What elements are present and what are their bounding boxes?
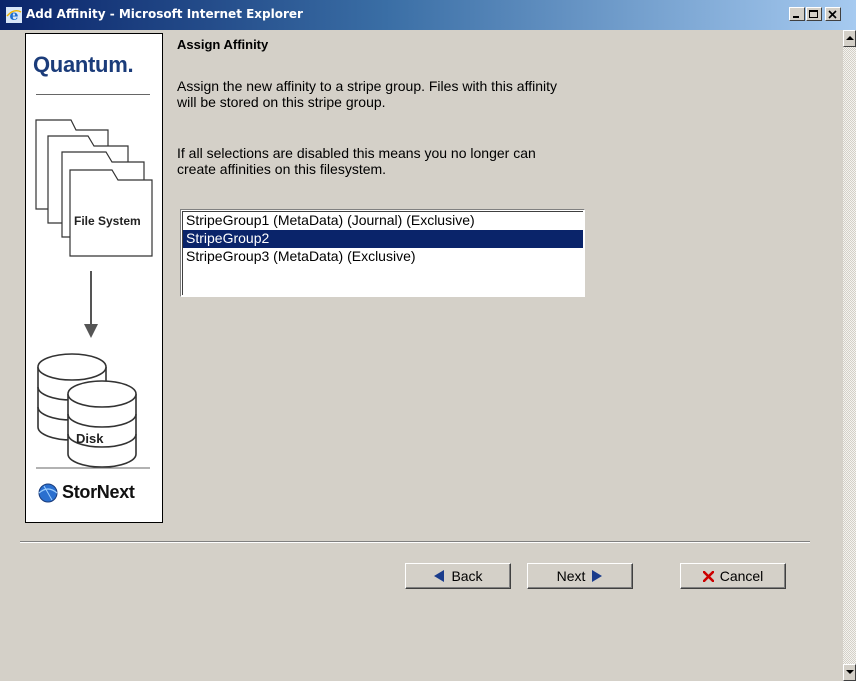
arrow-down-icon (846, 670, 854, 674)
file-system-label: File System (74, 214, 141, 228)
maximize-icon (809, 10, 818, 18)
disk-label: Disk (76, 431, 104, 446)
note-line: create affinities on this filesystem. (177, 161, 387, 177)
scroll-down-button[interactable] (843, 664, 856, 681)
close-icon (828, 10, 837, 19)
stornext-globe-icon (38, 483, 58, 503)
note-line: If all selections are disabled this mean… (177, 145, 536, 161)
footer-divider-highlight (20, 542, 810, 543)
arrow-left-icon (434, 570, 445, 582)
scroll-up-button[interactable] (843, 30, 856, 47)
wizard-sidebar: Quantum. File System Disk StorNext (25, 33, 163, 523)
back-button[interactable]: Back (405, 563, 511, 589)
next-button[interactable]: Next (527, 563, 633, 589)
page-heading: Assign Affinity (177, 37, 269, 52)
stripe-group-option[interactable]: StripeGroup3 (MetaData) (Exclusive) (183, 248, 583, 266)
description-line: will be stored on this stripe group. (177, 94, 386, 110)
description-paragraph: Assign the new affinity to a stripe grou… (177, 78, 737, 110)
cancel-button-label: Cancel (719, 568, 764, 584)
maximize-button[interactable] (806, 7, 822, 21)
arrow-up-icon (846, 36, 854, 40)
vertical-scrollbar[interactable] (843, 30, 856, 681)
back-button-label: Back (451, 568, 483, 584)
file-system-graphic (35, 119, 153, 503)
next-button-label: Next (556, 568, 586, 584)
note-paragraph: If all selections are disabled this mean… (177, 145, 737, 177)
stornext-logo: StorNext (62, 482, 135, 502)
cancel-button[interactable]: Cancel (680, 563, 786, 589)
close-button[interactable] (825, 7, 841, 21)
stripe-group-option-selected[interactable]: StripeGroup2 (183, 230, 583, 248)
browser-window: e Add Affinity - Microsoft Internet Expl… (0, 0, 856, 681)
window-title: Add Affinity - Microsoft Internet Explor… (26, 7, 303, 21)
title-bar[interactable]: e Add Affinity - Microsoft Internet Expl… (0, 0, 856, 30)
x-icon (702, 570, 714, 582)
description-line: Assign the new affinity to a stripe grou… (177, 78, 558, 94)
minimize-icon (793, 16, 799, 18)
stripe-group-listbox[interactable]: StripeGroup1 (MetaData) (Journal) (Exclu… (180, 209, 585, 297)
ie-icon: e (6, 7, 22, 23)
minimize-button[interactable] (789, 7, 805, 21)
stripe-group-option[interactable]: StripeGroup1 (MetaData) (Journal) (Exclu… (183, 212, 583, 230)
arrow-right-icon (592, 570, 603, 582)
